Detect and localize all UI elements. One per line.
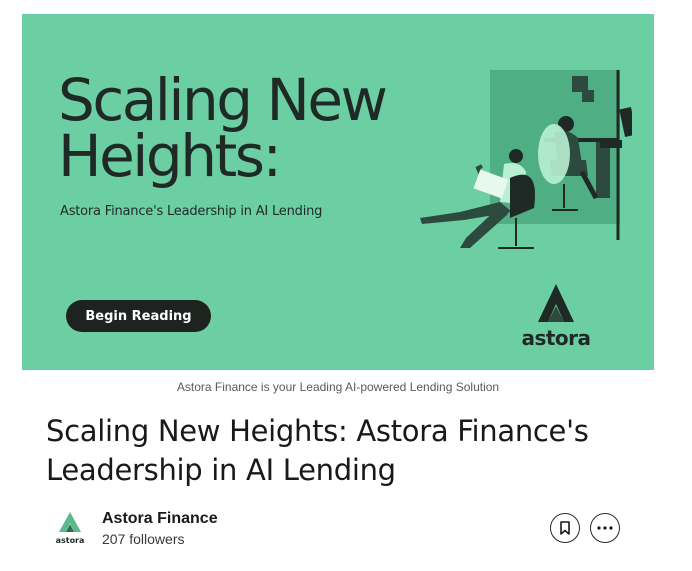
article-banner: Scaling New Heights: Astora Finance's Le… xyxy=(22,14,654,370)
brand-wordmark: astora xyxy=(521,326,591,350)
image-caption: Astora Finance is your Leading AI-powere… xyxy=(176,380,500,394)
author-name[interactable]: Astora Finance xyxy=(102,510,218,528)
avatar-wordmark: astora xyxy=(56,536,85,545)
banner-headline: Scaling New Heights: xyxy=(58,66,388,190)
author-avatar[interactable]: astora xyxy=(54,510,86,546)
more-options-button[interactable] xyxy=(590,513,620,543)
more-horizontal-icon xyxy=(597,526,613,530)
banner-subheadline: Astora Finance's Leadership in AI Lendin… xyxy=(60,204,323,219)
astora-mark-icon xyxy=(538,284,574,322)
save-article-button[interactable] xyxy=(550,513,580,543)
office-illustration xyxy=(420,70,632,249)
follower-count: 207 followers xyxy=(102,531,185,547)
article-title: Scaling New Heights: Astora Finance's Le… xyxy=(46,414,589,487)
astora-logo: astora xyxy=(516,282,602,350)
bookmark-icon xyxy=(560,521,570,535)
begin-reading-button[interactable]: Begin Reading xyxy=(66,300,211,332)
author-row: astora Astora Finance 207 followers xyxy=(54,508,624,552)
